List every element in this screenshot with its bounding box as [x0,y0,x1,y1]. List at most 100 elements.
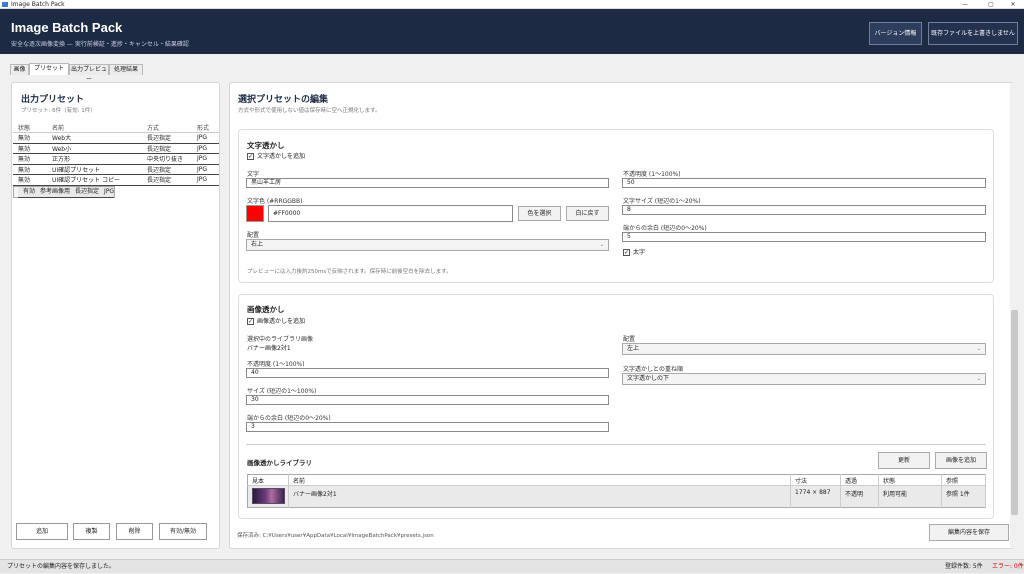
status-message: プリセットの編集内容を保存しました。 [7,563,116,570]
editor-scrollbar[interactable] [1010,83,1019,547]
lib-alpha-cell: 不透明 [840,485,879,508]
preset-name-cell: Web小 [47,143,142,154]
image-margin-input[interactable]: 3 [246,422,609,432]
preset-format-cell: JPG [192,143,219,154]
refresh-library-button[interactable]: 更新 [878,452,930,469]
lib-col-size: 寸法 [790,474,841,486]
preset-status-cell: 無効 [13,174,47,186]
preset-format-cell: JPG [99,186,115,198]
text-size-input[interactable]: 8 [622,205,986,215]
preset-method-cell: 長辺指定 [142,132,192,144]
stack-order-label: 文字透かしとの重ね順 [623,366,683,373]
tab-images[interactable]: 画像 [10,64,29,75]
version-info-button[interactable]: バージョン情報 [869,22,922,45]
stack-order-value: 文字透かしの下 [627,375,670,382]
text-watermark-title: 文字透かし [247,141,285,150]
text-opacity-input[interactable]: 50 [622,178,986,188]
preset-name-cell: UI確認プリセット コピー [47,174,142,186]
preset-name-cell: 正方形 [47,153,142,165]
library-table: 見本 名前 寸法 透過 状態 参照 バナー画像2対1 1774 × 887 不透… [247,474,986,508]
preset-format-cell: JPG [192,153,219,165]
stack-order-select[interactable]: 文字透かしの下 ⌄ [622,373,986,385]
image-watermark-checkbox-label: 画像透かしを追加 [257,318,306,325]
minimize-icon[interactable]: — [954,0,976,9]
add-preset-button[interactable]: 追加 [16,523,68,540]
scrollbar-thumb[interactable] [1011,310,1018,515]
image-position-value: 左上 [627,345,640,352]
lib-refs-cell: 参照 1件 [941,485,986,508]
app-subtitle: 安全な逐次画像変換 — 実行前検証・進捗・キャンセル・結果確認 [11,41,189,48]
image-size-label: サイズ (短辺の1〜100%) [247,388,317,395]
preset-status-cell: 無効 [13,153,47,165]
preset-status-cell: 有効 [18,186,36,198]
preset-status-cell: 無効 [13,164,47,175]
preset-row[interactable]: 無効 正方形 中央切り抜き JPG [13,153,219,165]
image-position-select[interactable]: 左上 ⌄ [622,343,986,355]
preset-format-cell: JPG [192,174,219,186]
reset-white-button[interactable]: 白に戻す [566,206,609,221]
text-watermark-checkbox-label: 文字透かしを追加 [257,153,306,160]
toggle-preset-button[interactable]: 有効/無効 [159,523,207,540]
saved-path: 保存済み: C:¥Users¥user¥AppData¥Local¥ImageB… [237,533,434,539]
image-watermark-checkbox[interactable]: ✓ 画像透かしを追加 [247,318,305,326]
duplicate-preset-button[interactable]: 複製 [73,523,110,540]
col-format: 形式 [192,123,219,133]
preset-row[interactable]: 無効 Web小 長辺指定 JPG [13,143,219,154]
app-header: Image Batch Pack 安全な逐次画像変換 — 実行前検証・進捗・キャ… [0,9,1024,54]
add-image-button[interactable]: 画像を追加 [935,452,987,469]
preset-row[interactable]: 無効 UI確認プリセット コピー 長辺指定 JPG [13,174,219,186]
checkmark-icon: ✓ [247,318,254,325]
image-size-input[interactable]: 30 [246,395,609,405]
preset-row[interactable]: 無効 Web大 長辺指定 JPG [13,132,219,144]
lib-col-name: 名前 [288,474,791,486]
image-position-label: 配置 [623,336,636,343]
tab-results[interactable]: 処理結果 [109,64,143,75]
save-edits-button[interactable]: 編集内容を保存 [929,524,1009,541]
lib-status-cell: 利用可能 [878,485,942,508]
text-size-label: 文字サイズ (短辺の1〜20%) [623,198,701,205]
status-bar: プリセットの編集内容を保存しました。 登録件数: 5件 エラー: 0件 [0,559,1024,573]
maximize-icon[interactable]: ▢ [980,0,1002,9]
lib-col-status: 状態 [878,474,942,486]
pick-color-button[interactable]: 色を選択 [518,206,561,221]
close-icon[interactable]: ✕ [1002,0,1024,9]
preset-status-cell: 無効 [13,132,47,144]
preset-format-cell: JPG [192,164,219,175]
col-method: 方式 [142,123,192,133]
col-name: 名前 [47,123,142,133]
text-margin-input[interactable]: 5 [622,232,986,242]
preset-method-cell: 中央切り抜き [142,153,192,165]
text-position-value: 右上 [251,241,264,248]
text-watermark-checkbox[interactable]: ✓ 文字透かしを追加 [247,153,305,161]
text-label: 文字 [247,171,260,178]
preset-table: 状態 名前 方式 形式 無効 Web大 長辺指定 JPG 無効 Web小 長辺指定 JPG 無効… [13,123,219,198]
lib-col-sample: 見本 [247,474,289,486]
window-titlebar: Image Batch Pack — ▢ ✕ [0,0,1024,9]
library-title: 画像透かしライブラリ [247,459,312,467]
delete-preset-button[interactable]: 削除 [116,523,153,540]
image-margin-label: 端からの余白 (短辺の0〜20%) [247,415,331,422]
bold-checkbox[interactable]: ✓ 太字 [623,249,645,257]
checkmark-icon: ✓ [247,153,254,160]
editor-subtitle: 方式や形式で使用しない値は保存時に空へ正規化します。 [238,108,381,114]
text-color-input[interactable]: #FF0000 [268,205,513,222]
text-margin-label: 端からの余白 (短辺の0〜20%) [623,225,707,232]
preset-row[interactable]: 無効 UI確認プリセット 長辺指定 JPG [13,164,219,175]
color-swatch[interactable] [246,205,264,222]
image-opacity-input[interactable]: 40 [246,368,609,378]
tab-presets[interactable]: プリセット [29,63,69,75]
watermark-text-input[interactable]: 黒山羊工房 [246,178,609,188]
preset-method-cell: 長辺指定 [142,164,192,175]
bold-checkbox-label: 太字 [633,249,646,256]
library-row[interactable]: バナー画像2対1 1774 × 887 不透明 利用可能 参照 1件 [247,485,986,508]
tab-output-preview[interactable]: 出力プレビュー [69,64,109,83]
overwrite-setting-button[interactable]: 既存ファイルを上書きしません [928,22,1018,45]
preset-row[interactable]: 有効 参考画像用 長辺指定 JPG [13,185,116,198]
divider [246,444,986,445]
thumbnail-cell [247,485,289,508]
library-image-label: 選択中のライブラリ画像 [247,336,314,343]
preset-method-cell: 長辺指定 [142,143,192,154]
text-position-select[interactable]: 右上 ⌄ [246,239,609,251]
lib-col-alpha: 透過 [840,474,879,486]
chevron-down-icon: ⌄ [599,242,604,248]
